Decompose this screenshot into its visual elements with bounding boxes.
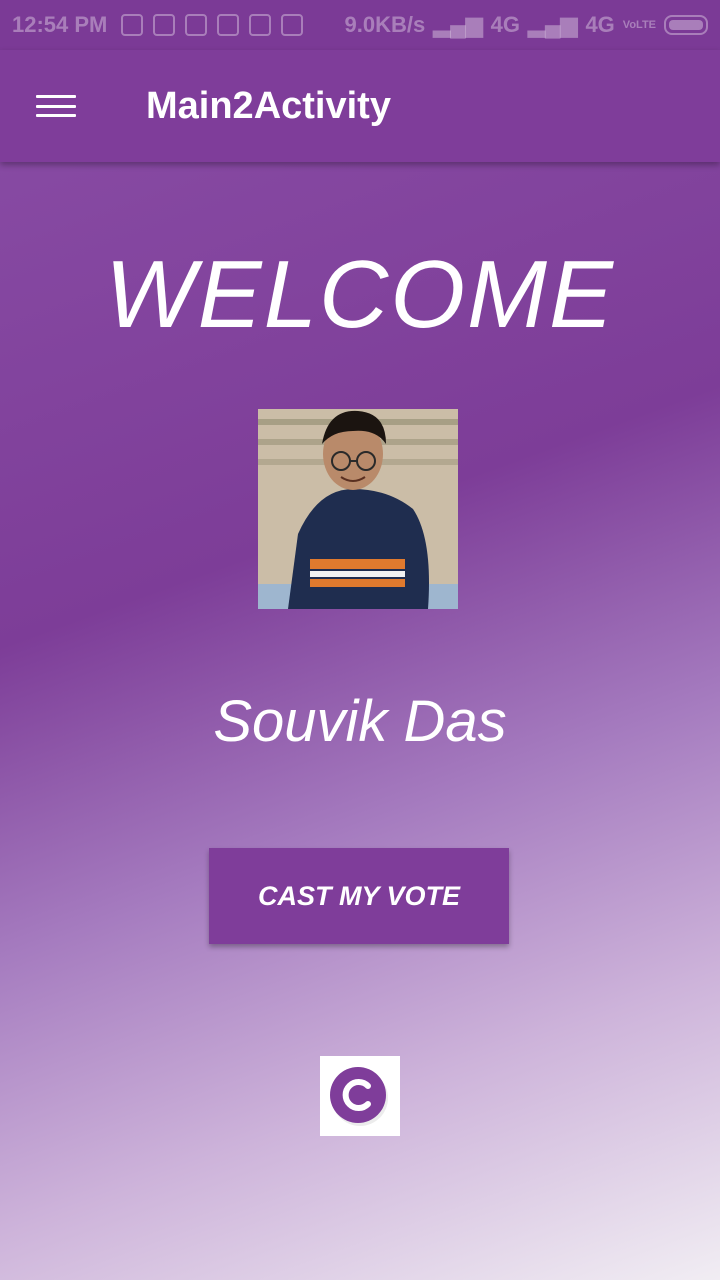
signal-icon: ▂▄▆ <box>433 12 483 37</box>
notification-icons <box>121 14 304 36</box>
app-toolbar: Main2Activity <box>0 50 720 162</box>
c-logo-icon <box>330 1067 388 1126</box>
network-type-1: 4G <box>490 12 520 37</box>
message-icon <box>217 14 240 36</box>
volte-label: VoLTE <box>622 19 656 31</box>
hamburger-menu-icon[interactable] <box>36 91 76 121</box>
cast-vote-button[interactable]: CAST MY VOTE <box>209 848 509 944</box>
toolbar-title: Main2Activity <box>146 84 391 127</box>
instagram-icon <box>185 14 208 36</box>
facebook-icon <box>121 14 144 36</box>
network-type-2: 4G <box>585 12 615 37</box>
user-name: Souvik Das <box>213 689 507 754</box>
app-logo <box>320 1056 400 1136</box>
welcome-heading: WELCOME <box>104 241 616 348</box>
network-speed: 9.0KB/s <box>344 12 426 37</box>
battery-icon <box>664 15 708 35</box>
signal-icon: ▂▄▆ <box>528 12 578 37</box>
profile-photo <box>258 409 458 609</box>
status-bar: 12:54 PM 9.0KB/s ▂▄▆ 4G ▂▄▆ 4G VoLTE <box>0 0 720 50</box>
status-time: 12:54 PM <box>12 12 108 37</box>
status-right: 9.0KB/s ▂▄▆ 4G ▂▄▆ 4G VoLTE <box>344 12 708 38</box>
facebook-icon <box>153 14 176 36</box>
profile-photo-image <box>258 409 458 609</box>
message-icon <box>281 14 304 36</box>
instagram-icon <box>249 14 272 36</box>
